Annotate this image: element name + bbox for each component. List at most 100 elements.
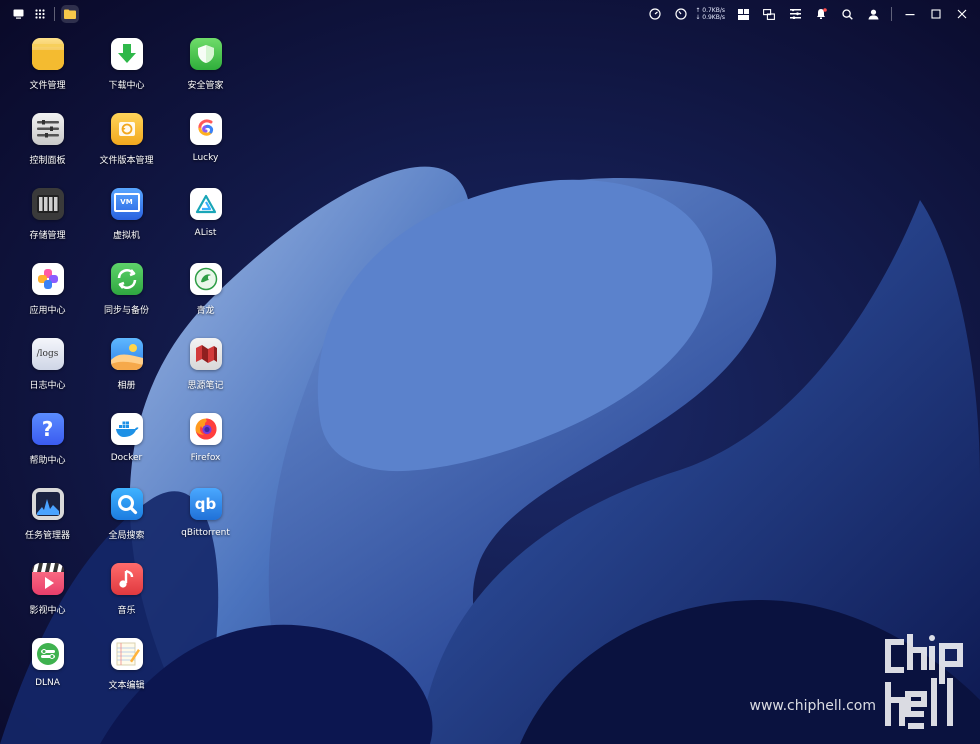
search-app-icon [110,488,143,520]
app-label: 存储管理 [29,231,66,241]
grid-icon [35,9,45,19]
app-label: 应用中心 [29,306,66,316]
maximize-icon [931,9,941,19]
app-label: 任务管理器 [24,531,70,541]
dlna-icon [31,638,64,670]
app-qbittorrent[interactable]: qb qBittorrent [166,488,245,563]
docker-icon [110,413,143,445]
app-siyuan-notes[interactable]: 思源笔记 [166,338,245,413]
qb-glyph: qb [194,495,217,513]
screens-icon [763,8,775,20]
app-label: 文件管理 [29,81,66,91]
file-version-icon [110,113,143,145]
taskbar-left [0,5,79,23]
sliders-icon [789,9,801,19]
qinglong-icon [189,263,222,295]
pinned-file-manager[interactable] [61,5,79,23]
app-control-panel[interactable]: 控制面板 [8,113,87,188]
notifications-button[interactable] [813,6,829,22]
app-dlna[interactable]: DLNA [8,638,87,713]
show-desktop-button[interactable] [10,6,26,22]
ram-monitor[interactable] [673,6,689,22]
app-label: 思源笔记 [187,381,224,391]
app-video-center[interactable]: 影视中心 [8,563,87,638]
text-editor-icon [110,638,143,670]
app-security-manager[interactable]: 安全管家 [166,38,245,113]
alist-icon [189,188,222,220]
user-icon [868,9,878,19]
app-help-center[interactable]: ? 帮助中心 [8,413,87,488]
cpu-gauge-icon [649,8,661,20]
folder-icon [31,38,64,70]
app-file-manager[interactable]: 文件管理 [8,38,87,113]
help-glyph: ? [41,417,54,441]
app-firefox[interactable]: Firefox [166,413,245,488]
maximize-button[interactable] [928,6,944,22]
app-log-center[interactable]: /logs 日志中心 [8,338,87,413]
security-icon [189,38,222,70]
monitor-icon [13,9,23,19]
app-virtual-machine[interactable]: VM 虚拟机 [87,188,166,263]
app-storage-manager[interactable]: 存储管理 [8,188,87,263]
app-qinglong[interactable]: 青龙 [166,263,245,338]
app-label: 全局搜索 [108,531,145,541]
app-download-center[interactable]: 下载中心 [87,38,166,113]
logs-glyph: /logs [36,349,59,359]
logs-icon: /logs [31,338,64,370]
app-photos[interactable]: 相册 [87,338,166,413]
vm-screen: VM [113,192,140,212]
qbittorrent-icon: qb [189,488,222,520]
net-upload-speed: ↑ 0.7KB/s [695,7,725,14]
minimize-button[interactable] [902,6,918,22]
app-launcher-button[interactable] [32,6,48,22]
app-text-editor[interactable]: 文本编辑 [87,638,166,713]
app-label: 文件版本管理 [99,156,154,166]
widgets-button[interactable] [735,6,751,22]
bell-icon [817,8,827,19]
app-label: 文本编辑 [108,681,145,691]
chiphell-watermark: www.chiphell.com [750,634,966,730]
app-app-center[interactable]: 应用中心 [8,263,87,338]
app-task-manager[interactable]: 任务管理器 [8,488,87,563]
taskbar-right: ↑ 0.7KB/s ↓ 0.9KB/s [647,6,980,22]
widgets-icon [737,8,749,20]
app-label: 日志中心 [29,381,66,391]
app-label: 影视中心 [29,606,66,616]
vm-glyph: VM [120,198,133,206]
minimize-icon [905,14,915,16]
app-global-search[interactable]: 全局搜索 [87,488,166,563]
storage-icon [31,188,64,220]
ram-gauge-icon [675,8,687,20]
taskbar-divider-right [891,7,892,21]
app-alist[interactable]: AList [166,188,245,263]
app-label: 下载中心 [108,81,145,91]
folder-icon [64,9,76,19]
control-panel-icon [31,113,64,145]
app-label: AList [194,228,217,238]
task-list-button[interactable] [787,6,803,22]
app-label: Firefox [190,453,221,463]
app-label: DLNA [35,678,60,688]
top-taskbar: ↑ 0.7KB/s ↓ 0.9KB/s [0,0,980,28]
app-music[interactable]: 音乐 [87,563,166,638]
task-manager-icon [31,488,64,520]
app-lucky[interactable]: Lucky [166,113,245,188]
app-label: 相册 [117,381,136,391]
video-icon [31,563,64,595]
app-file-version-manager[interactable]: 文件版本管理 [87,113,166,188]
firefox-icon [189,413,222,445]
chiphell-logo-icon [885,634,963,729]
app-docker[interactable]: Docker [87,413,166,488]
user-button[interactable] [865,6,881,22]
search-icon [841,8,853,20]
search-button[interactable] [839,6,855,22]
network-speed[interactable]: ↑ 0.7KB/s ↓ 0.9KB/s [695,7,725,21]
cpu-monitor[interactable] [647,6,663,22]
close-button[interactable] [954,6,970,22]
app-label: 音乐 [117,606,136,616]
app-sync-backup[interactable]: 同步与备份 [87,263,166,338]
app-label: 帮助中心 [29,456,66,466]
multi-screen-button[interactable] [761,6,777,22]
app-label: 青龙 [196,306,215,316]
app-label: Lucky [192,153,219,163]
